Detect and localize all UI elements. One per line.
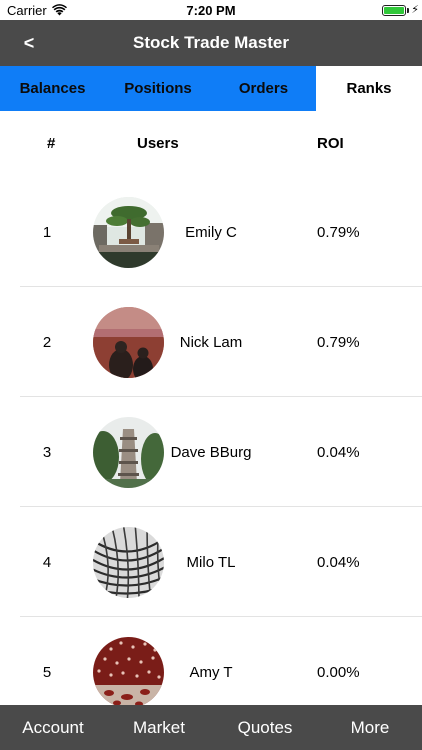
bottom-tab-bar: Account Market Quotes More bbox=[0, 705, 422, 750]
tab-account[interactable]: Account bbox=[0, 705, 106, 750]
clock-label: 7:20 PM bbox=[186, 3, 236, 18]
avatar bbox=[93, 197, 164, 268]
ranks-header-row: # Users ROI bbox=[0, 111, 422, 177]
tab-ranks[interactable]: Ranks bbox=[316, 66, 422, 111]
avatar bbox=[93, 417, 164, 488]
table-row[interactable]: 5 Amy T 0.00% bbox=[0, 617, 422, 705]
table-row[interactable]: 4 Milo TL 0.04% bbox=[0, 507, 422, 617]
tab-orders[interactable]: Orders bbox=[211, 66, 316, 111]
tab-more[interactable]: More bbox=[318, 705, 422, 750]
table-row[interactable]: 1 Emily C 0.79% bbox=[0, 177, 422, 287]
user-name: Nick Lam bbox=[179, 334, 243, 351]
users-column-header: Users bbox=[137, 135, 179, 152]
avatar bbox=[93, 527, 164, 598]
roi-value: 0.04% bbox=[317, 444, 360, 461]
roi-value: 0.00% bbox=[317, 664, 360, 681]
roi-value: 0.79% bbox=[317, 334, 360, 351]
segment-tabs: Balances Positions Orders Ranks bbox=[0, 66, 422, 111]
navigation-bar: Stock Trade Master < bbox=[0, 20, 422, 66]
status-bar: Carrier 7:20 PM ⚡ bbox=[0, 0, 422, 20]
user-name: Dave BBurg bbox=[170, 444, 252, 461]
avatar bbox=[93, 307, 164, 378]
user-name: Emily C bbox=[185, 224, 237, 241]
battery-tip bbox=[407, 8, 409, 13]
rank-column-header: # bbox=[47, 135, 56, 152]
table-row[interactable]: 2 Nick Lam 0.79% bbox=[0, 287, 422, 397]
rank-number: 3 bbox=[42, 444, 52, 461]
user-name: Amy T bbox=[189, 664, 233, 681]
table-row[interactable]: 3 Dave BBurg 0.04% bbox=[0, 397, 422, 507]
user-name: Milo TL bbox=[186, 554, 236, 571]
roi-column-header: ROI bbox=[317, 135, 344, 152]
roi-value: 0.79% bbox=[317, 224, 360, 241]
roi-value: 0.04% bbox=[317, 554, 360, 571]
charging-bolt-icon: ⚡ bbox=[411, 4, 419, 16]
page-title: Stock Trade Master bbox=[133, 33, 289, 52]
ranks-list[interactable]: 1 Emily C 0.79% 2 Nick Lam 0.79% 3 Dave … bbox=[0, 177, 422, 705]
tab-balances[interactable]: Balances bbox=[0, 66, 105, 111]
tab-market[interactable]: Market bbox=[106, 705, 212, 750]
battery-level bbox=[384, 7, 404, 14]
battery-icon bbox=[382, 5, 406, 16]
back-button[interactable]: < bbox=[14, 20, 44, 66]
tab-quotes[interactable]: Quotes bbox=[212, 705, 318, 750]
rank-number: 4 bbox=[42, 554, 52, 571]
avatar bbox=[93, 637, 164, 705]
rank-number: 2 bbox=[42, 334, 52, 351]
rank-number: 1 bbox=[42, 224, 52, 241]
tab-positions[interactable]: Positions bbox=[105, 66, 211, 111]
rank-number: 5 bbox=[42, 664, 52, 681]
